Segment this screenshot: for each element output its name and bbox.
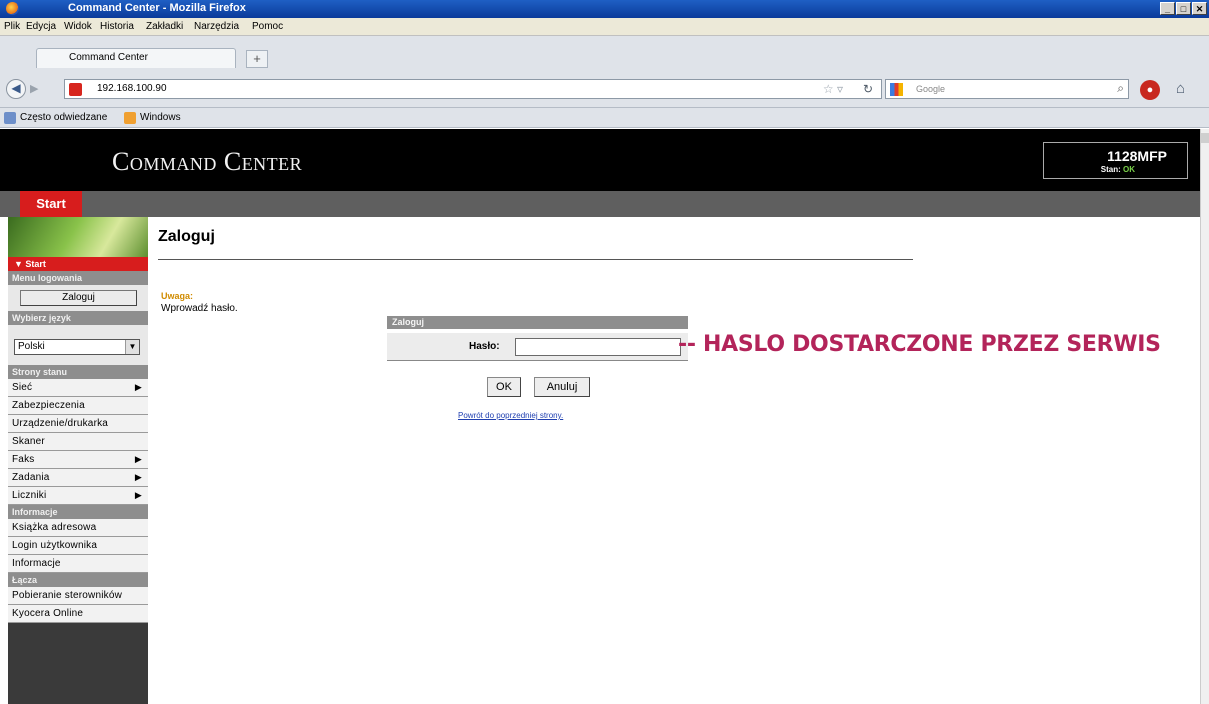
sidebar-item-siec[interactable]: Sieć ▶ bbox=[8, 379, 148, 397]
menu-narzedzia[interactable]: Narzędzia bbox=[194, 21, 239, 32]
triangle-right-icon: ▶ bbox=[134, 454, 142, 464]
sidebar-heading-language: Wybierz język bbox=[8, 311, 148, 325]
warning-label: Uwaga: bbox=[161, 291, 194, 301]
window-title: Command Center - Mozilla Firefox bbox=[68, 2, 246, 14]
search-placeholder: Google bbox=[916, 84, 946, 94]
google-icon[interactable] bbox=[890, 83, 903, 96]
back-arrow-icon[interactable]: ◀ bbox=[6, 79, 26, 99]
windows-icon bbox=[124, 112, 136, 124]
back-link[interactable]: Powrót do poprzedniej strony. bbox=[458, 411, 563, 420]
url-bar[interactable]: 192.168.100.90 ☆ ▿ ↻ bbox=[64, 79, 882, 99]
bookmarks-toolbar: Często odwiedzane Windows bbox=[0, 108, 1209, 128]
triangle-right-icon: ▶ bbox=[134, 490, 142, 500]
sidebar-start[interactable]: ▼ Start bbox=[8, 257, 148, 271]
navigation-toolbar: ◀ ▶ 192.168.100.90 ☆ ▿ ↻ Google ⌕ ● ⌂ bbox=[0, 68, 1209, 108]
sidebar-item-label: Zadania bbox=[12, 472, 50, 483]
sidebar-item-zabezpieczenia[interactable]: Zabezpieczenia bbox=[8, 397, 148, 415]
status-label: Stan: bbox=[1100, 165, 1121, 174]
sidebar-item-informacje[interactable]: Informacje bbox=[8, 555, 148, 573]
sidebar-item-label: Faks bbox=[12, 454, 35, 465]
sidebar-item-skaner[interactable]: Skaner bbox=[8, 433, 148, 451]
firefox-icon bbox=[6, 2, 19, 15]
tab-bar: Command Center + bbox=[0, 36, 1209, 68]
bookmark-star-icon[interactable]: ☆ ▿ bbox=[823, 82, 843, 96]
sidebar-item-label: Liczniki bbox=[12, 490, 47, 501]
bookmark-windows[interactable]: Windows bbox=[140, 112, 181, 123]
top-nav-band: Start bbox=[0, 191, 1200, 217]
sidebar-heading-status-pages: Strony stanu bbox=[8, 365, 148, 379]
bookmark-czesto-odwiedzane[interactable]: Często odwiedzane bbox=[20, 112, 107, 123]
device-status-box: 1128MFP Stan: OK bbox=[1043, 142, 1188, 179]
sidebar-item-faks[interactable]: Faks ▶ bbox=[8, 451, 148, 469]
main-heading: Zaloguj bbox=[158, 228, 215, 245]
command-center-header: Command Center 1128MFP Stan: OK bbox=[0, 129, 1200, 191]
scrollbar-thumb[interactable] bbox=[1201, 133, 1209, 143]
sidebar-item-ksiazka-adresowa[interactable]: Książka adresowa bbox=[8, 519, 148, 537]
sidebar-item-urzadzenie[interactable]: Urządzenie/drukarka bbox=[8, 415, 148, 433]
triangle-right-icon: ▶ bbox=[134, 472, 142, 482]
site-favicon-icon bbox=[69, 83, 82, 96]
menu-pomoc[interactable]: Pomoc bbox=[252, 21, 283, 32]
window-controls: _ □ ✕ bbox=[1160, 2, 1207, 15]
home-icon[interactable]: ⌂ bbox=[1176, 80, 1185, 97]
login-panel: Hasło: bbox=[387, 333, 688, 361]
menu-zakladki[interactable]: Zakładki bbox=[146, 21, 183, 32]
menu-widok[interactable]: Widok bbox=[64, 21, 92, 32]
addon-icon[interactable]: ● bbox=[1140, 80, 1160, 100]
triangle-right-icon: ▶ bbox=[134, 382, 142, 392]
menu-edycja[interactable]: Edycja bbox=[26, 21, 56, 32]
device-status: Stan: OK bbox=[1101, 165, 1135, 174]
warning-text: Wprowadź hasło. bbox=[161, 303, 238, 314]
header-title: Command Center bbox=[112, 147, 303, 176]
page-title: Command Center bbox=[112, 147, 302, 177]
status-value: OK bbox=[1123, 165, 1135, 174]
sidebar-heading-info: Informacje bbox=[8, 505, 148, 519]
sidebar-login-button[interactable]: Zaloguj bbox=[20, 290, 137, 306]
heading-divider bbox=[158, 259, 913, 260]
sidebar-item-login-uzytkownika[interactable]: Login użytkownika bbox=[8, 537, 148, 555]
sidebar-item-label: Sieć bbox=[12, 382, 33, 393]
sidebar-item-pobieranie-sterownikow[interactable]: Pobieranie sterowników bbox=[8, 587, 148, 605]
password-field[interactable] bbox=[515, 338, 681, 356]
minimize-icon[interactable]: _ bbox=[1160, 2, 1175, 15]
maximize-icon[interactable]: □ bbox=[1176, 2, 1191, 15]
chevron-down-icon[interactable]: ▼ bbox=[125, 340, 139, 354]
cancel-button[interactable]: Anuluj bbox=[534, 377, 590, 397]
menu-historia[interactable]: Historia bbox=[100, 21, 134, 32]
language-select[interactable]: Polski ▼ bbox=[14, 339, 140, 355]
sidebar-heading-login: Menu logowania bbox=[8, 271, 148, 285]
search-input[interactable]: Google ⌕ bbox=[885, 79, 1129, 99]
new-tab-button[interactable]: + bbox=[246, 50, 268, 68]
sidebar-item-kyocera-online[interactable]: Kyocera Online bbox=[8, 605, 148, 623]
sidebar-item-liczniki[interactable]: Liczniki ▶ bbox=[8, 487, 148, 505]
menu-plik[interactable]: Plik bbox=[4, 21, 20, 32]
language-value: Polski bbox=[18, 341, 45, 352]
leaf-banner-image bbox=[8, 217, 148, 257]
sidebar-language-box: Polski ▼ bbox=[8, 325, 148, 365]
url-text[interactable]: 192.168.100.90 bbox=[97, 83, 167, 94]
reload-icon[interactable]: ↻ bbox=[863, 82, 873, 96]
tab-start[interactable]: Start bbox=[20, 191, 82, 217]
sidebar-login-box: Zaloguj bbox=[8, 285, 148, 311]
sidebar: ▼ Start Menu logowania Zaloguj Wybierz j… bbox=[8, 217, 148, 704]
login-panel-title: Zaloguj bbox=[387, 316, 688, 329]
forward-arrow-icon[interactable]: ▶ bbox=[30, 82, 38, 95]
sidebar-item-zadania[interactable]: Zadania ▶ bbox=[8, 469, 148, 487]
bookmark-folder-icon bbox=[4, 112, 16, 124]
menu-bar: Plik Edycja Widok Historia Zakładki Narz… bbox=[0, 18, 1209, 36]
page-content: Command Center 1128MFP Stan: OK Start ▼ … bbox=[0, 129, 1200, 704]
ok-button[interactable]: OK bbox=[487, 377, 521, 397]
tab-command-center[interactable]: Command Center bbox=[36, 48, 236, 68]
close-icon[interactable]: ✕ bbox=[1192, 2, 1207, 15]
annotation-text: -- HASLO DOSTARCZONE PRZEZ SERWIS bbox=[678, 332, 1161, 357]
search-icon[interactable]: ⌕ bbox=[1117, 81, 1124, 96]
window-titlebar: Command Center - Mozilla Firefox _ □ ✕ bbox=[0, 0, 1209, 18]
sidebar-heading-links: Łącza bbox=[8, 573, 148, 587]
device-model: 1128MFP bbox=[1107, 148, 1167, 164]
vertical-scrollbar[interactable] bbox=[1200, 129, 1209, 704]
password-label: Hasło: bbox=[469, 341, 500, 352]
